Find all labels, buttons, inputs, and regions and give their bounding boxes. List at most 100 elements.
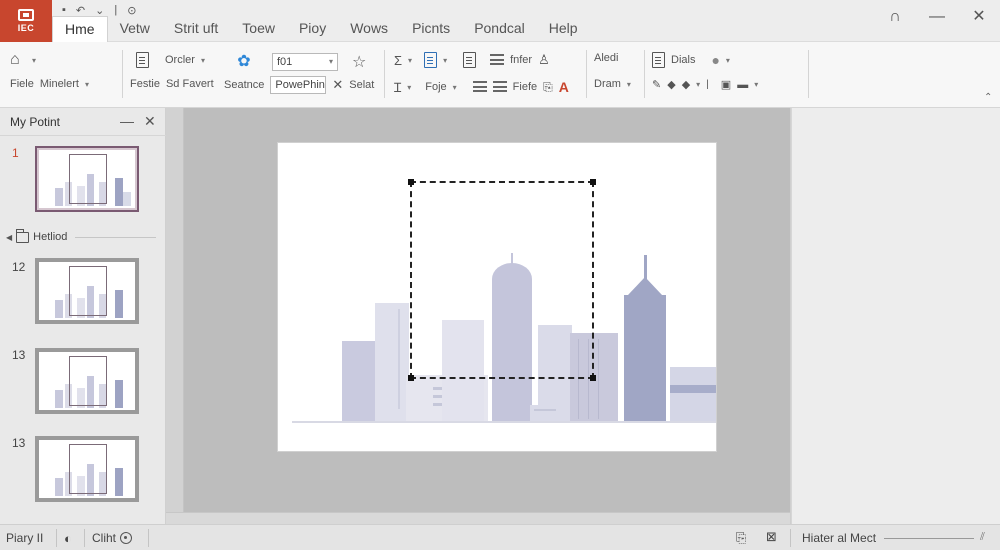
chevron-down-icon[interactable]: ▾: [85, 80, 89, 89]
tab-start[interactable]: Strit uft: [162, 16, 230, 42]
slide-info-text: Piary II: [6, 531, 44, 545]
status-divider: [56, 529, 57, 547]
font-size-combo[interactable]: f01 ▾: [272, 53, 338, 71]
thumbnail-selection-frame: [69, 154, 107, 204]
layout-icon[interactable]: ▣: [721, 78, 731, 91]
ribbon-label-foje[interactable]: Foje: [425, 81, 446, 93]
ribbon-divider: [808, 50, 809, 98]
chevron-down-icon[interactable]: ▾: [201, 56, 205, 65]
slide-number: 13: [12, 436, 26, 450]
collapse-ribbon-icon[interactable]: ⌃: [984, 92, 992, 103]
window-controls: ∩ — ✕: [874, 6, 1000, 28]
ribbon-label-select[interactable]: Selat: [349, 79, 374, 91]
comment-icon[interactable]: ▬: [737, 79, 748, 91]
tab-home[interactable]: Hme: [52, 16, 108, 43]
chevron-down-icon[interactable]: ▾: [696, 80, 700, 89]
close-pane-icon[interactable]: ✕: [144, 113, 156, 130]
ribbon-label-orcler[interactable]: Orcler: [165, 54, 195, 66]
presenter-icon[interactable]: ⊠: [766, 529, 777, 545]
chevron-down-icon[interactable]: ▾: [754, 80, 758, 89]
section-divider: [75, 236, 156, 238]
restore-button[interactable]: ∩: [874, 6, 916, 28]
chevron-down-icon[interactable]: ▾: [32, 56, 36, 65]
close-button[interactable]: ✕: [958, 6, 1000, 28]
ribbon-label-mineler[interactable]: Minelert: [40, 78, 79, 90]
font-name-combo[interactable]: PowePhin: [270, 76, 327, 94]
tab-tools[interactable]: Toew: [230, 16, 287, 42]
line-spacing-icon[interactable]: Ɪ: [394, 78, 401, 96]
ribbon-tabs: Hme Vetw Strit uft Toew Pioy Wows Picnts…: [52, 16, 590, 43]
arrange-icon[interactable]: |: [706, 79, 709, 90]
resize-handle-ne[interactable]: [590, 179, 596, 185]
edit-icon[interactable]: ✎: [652, 78, 661, 91]
zoom-slider[interactable]: [884, 538, 974, 539]
tab-play[interactable]: Pioy: [287, 16, 338, 42]
close-icon[interactable]: ✕: [332, 77, 343, 93]
thumbnail-selection-frame: [69, 356, 107, 406]
format-painter-icon[interactable]: ✿: [236, 54, 252, 70]
notes-button[interactable]: Cliht: [92, 531, 133, 545]
ribbon-label-aledi[interactable]: Aledi: [594, 52, 618, 64]
tab-views[interactable]: Wows: [338, 16, 400, 42]
chevron-down-icon[interactable]: ▾: [407, 83, 411, 92]
star-icon[interactable]: ☆: [352, 52, 366, 72]
chevron-down-icon[interactable]: ▾: [408, 56, 412, 65]
minimize-button[interactable]: —: [916, 6, 958, 28]
list-icon[interactable]: [490, 54, 505, 66]
ribbon-label-dram[interactable]: Dram: [594, 78, 621, 90]
user-icon[interactable]: ♙: [538, 52, 550, 68]
status-bar: Piary II ◐ Cliht ⎘ ⊠ Hiater al Mect ⫽: [0, 524, 1000, 550]
ribbon-label-festie[interactable]: Festie: [130, 78, 160, 90]
status-divider: [790, 529, 791, 547]
tab-help[interactable]: Help: [537, 16, 590, 42]
shapes-icon[interactable]: ●: [711, 52, 719, 68]
align-icon[interactable]: [472, 81, 487, 93]
details-icon[interactable]: [652, 52, 665, 68]
tab-pondcal[interactable]: Pondcal: [462, 16, 537, 42]
home-icon[interactable]: ⌂: [10, 52, 26, 68]
ribbon-label-dials[interactable]: Dials: [671, 54, 695, 66]
resize-grip-icon[interactable]: ⫽: [980, 531, 985, 544]
slide-thumbnail-3[interactable]: [35, 348, 139, 414]
sort-icon[interactable]: Ʃ: [394, 53, 402, 68]
slide-thumbnail-pane: My Potint — ✕ 1 ◀ Hetliod 12 13 13: [0, 108, 166, 524]
slide-thumbnail-4[interactable]: [35, 436, 139, 502]
zoom-label-text: Hiater al Mect: [802, 531, 877, 545]
selection-box[interactable]: [408, 179, 596, 381]
fill-icon[interactable]: ◆: [667, 78, 675, 91]
ribbon-label-seatnce[interactable]: Seatnce: [224, 79, 264, 91]
document-icon[interactable]: [136, 52, 149, 68]
collapse-arrow-icon[interactable]: ◀: [6, 233, 12, 242]
slide-info[interactable]: Piary II: [6, 531, 43, 545]
accessibility-status[interactable]: ◐: [64, 531, 72, 546]
resize-handle-nw[interactable]: [408, 179, 414, 185]
minimize-pane-icon[interactable]: —: [120, 113, 134, 129]
resize-handle-sw[interactable]: [408, 375, 414, 381]
chevron-down-icon[interactable]: ▾: [627, 80, 631, 89]
tab-view[interactable]: Vetw: [108, 16, 162, 42]
app-badge[interactable]: IEC: [0, 0, 52, 42]
slide-number: 13: [12, 348, 26, 362]
font-color-icon[interactable]: A: [559, 79, 569, 95]
tab-pictures[interactable]: Picnts: [400, 16, 462, 42]
paragraph-icon[interactable]: [492, 81, 507, 93]
slide-thumbnail-1[interactable]: [35, 146, 139, 212]
replace-icon[interactable]: ⎘: [543, 80, 553, 95]
chevron-down-icon[interactable]: ▾: [443, 56, 447, 65]
effects-icon[interactable]: ◆: [682, 78, 690, 91]
horizontal-scrollbar[interactable]: [166, 512, 790, 524]
slide-thumbnail-2[interactable]: [35, 258, 139, 324]
ribbon-label-file[interactable]: Fiele: [10, 78, 34, 90]
chevron-down-icon[interactable]: ▾: [726, 56, 730, 65]
section-header[interactable]: ◀ Hetliod: [6, 228, 156, 246]
comments-icon[interactable]: ⎘: [736, 530, 746, 546]
ribbon-label-fnfer[interactable]: fnfer: [510, 54, 532, 66]
ribbon-label-sd-favert[interactable]: Sd Favert: [166, 78, 214, 90]
page-icon[interactable]: [463, 52, 477, 68]
thumbnail-selection-frame: [69, 444, 107, 494]
document-blue-icon[interactable]: [424, 52, 438, 68]
resize-handle-se[interactable]: [590, 375, 596, 381]
chevron-down-icon[interactable]: ▾: [453, 83, 457, 92]
ribbon-label-fiefe[interactable]: Fiefe: [513, 81, 537, 93]
zoom-label[interactable]: Hiater al Mect: [802, 531, 876, 545]
